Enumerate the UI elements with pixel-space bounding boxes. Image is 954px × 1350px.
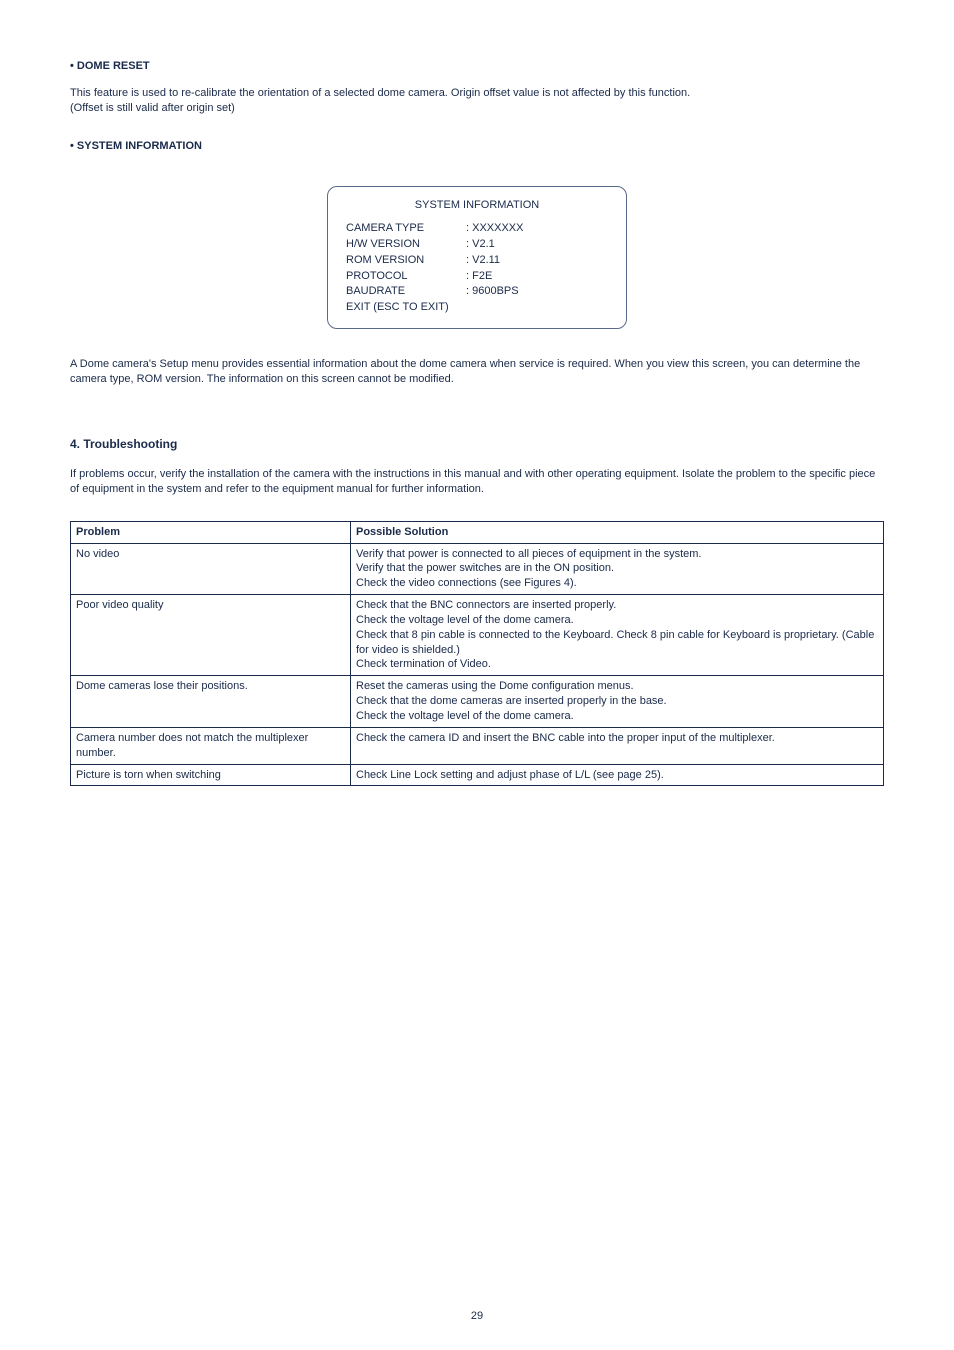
dome-reset-text: This feature is used to re-calibrate the… <box>70 86 884 116</box>
col-problem: Problem <box>71 521 351 543</box>
col-solution: Possible Solution <box>351 521 884 543</box>
table-row: No video Verify that power is connected … <box>71 543 884 595</box>
table-header-row: Problem Possible Solution <box>71 521 884 543</box>
table-row: Camera number does not match the multipl… <box>71 727 884 764</box>
sysinfo-value: : V2.11 <box>466 253 500 269</box>
cell-solution: Check that the BNC connectors are insert… <box>351 595 884 676</box>
system-info-box: SYSTEM INFORMATION CAMERA TYPE : XXXXXXX… <box>327 186 627 330</box>
sysinfo-value: : 9600BPS <box>466 284 519 300</box>
sysinfo-row: ROM VERSION : V2.11 <box>346 253 608 269</box>
dome-reset-p2: (Offset is still valid after origin set) <box>70 102 235 114</box>
sysinfo-label: BAUDRATE <box>346 284 466 300</box>
troubleshoot-intro: If problems occur, verify the installati… <box>70 467 884 497</box>
dome-reset-p1: This feature is used to re-calibrate the… <box>70 87 690 99</box>
sysinfo-label: CAMERA TYPE <box>346 221 466 237</box>
cell-solution: Reset the cameras using the Dome configu… <box>351 676 884 728</box>
cell-solution: Check the camera ID and insert the BNC c… <box>351 727 884 764</box>
troubleshoot-table: Problem Possible Solution No video Verif… <box>70 521 884 787</box>
table-row: Dome cameras lose their positions. Reset… <box>71 676 884 728</box>
cell-solution: Verify that power is connected to all pi… <box>351 543 884 595</box>
sysinfo-value: : XXXXXXX <box>466 221 523 237</box>
sysinfo-label: EXIT (ESC TO EXIT) <box>346 300 449 316</box>
troubleshoot-header: 4. Troubleshooting <box>70 437 884 451</box>
page-number: 29 <box>0 1310 954 1322</box>
sysinfo-value: : F2E <box>466 269 492 285</box>
dome-reset-header: • DOME RESET <box>70 60 884 72</box>
table-row: Poor video quality Check that the BNC co… <box>71 595 884 676</box>
system-info-paragraph: A Dome camera's Setup menu provides esse… <box>70 357 884 387</box>
sysinfo-row: CAMERA TYPE : XXXXXXX <box>346 221 608 237</box>
cell-solution: Check Line Lock setting and adjust phase… <box>351 764 884 786</box>
sysinfo-row: EXIT (ESC TO EXIT) <box>346 300 608 316</box>
cell-problem: Poor video quality <box>71 595 351 676</box>
cell-problem: Dome cameras lose their positions. <box>71 676 351 728</box>
sysinfo-value: : V2.1 <box>466 237 495 253</box>
table-row: Picture is torn when switching Check Lin… <box>71 764 884 786</box>
sysinfo-label: ROM VERSION <box>346 253 466 269</box>
sysinfo-label: PROTOCOL <box>346 269 466 285</box>
cell-problem: Picture is torn when switching <box>71 764 351 786</box>
sysinfo-row: BAUDRATE : 9600BPS <box>346 284 608 300</box>
cell-problem: Camera number does not match the multipl… <box>71 727 351 764</box>
sysinfo-row: PROTOCOL : F2E <box>346 269 608 285</box>
sysinfo-label: H/W VERSION <box>346 237 466 253</box>
cell-problem: No video <box>71 543 351 595</box>
sysinfo-row: H/W VERSION : V2.1 <box>346 237 608 253</box>
system-info-header: • SYSTEM INFORMATION <box>70 140 884 152</box>
system-info-box-title: SYSTEM INFORMATION <box>346 199 608 211</box>
